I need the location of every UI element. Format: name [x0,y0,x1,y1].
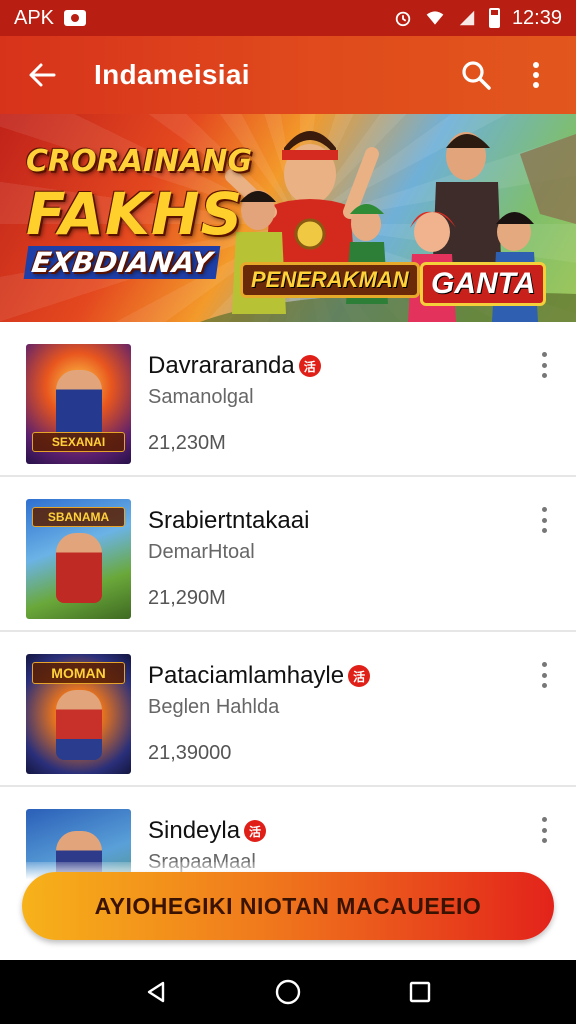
thumbnail-label: SEXANAI [32,432,125,452]
recents-square-icon [409,981,431,1003]
alarm-icon [395,11,411,27]
list-item-subtitle: Samanolgal [148,386,254,408]
page-title: Indameisiai [94,59,250,90]
app-thumbnail: MOMAN [26,654,131,774]
list-item[interactable]: MOMAN Pataciamlamhayle 活 Beglen Hahlda 2… [0,632,576,787]
app-thumbnail: SBANAMA [26,499,131,619]
thumbnail-figure [56,533,102,603]
app-thumbnail: SEXANAI [26,344,131,464]
thumbnail-label: MOMAN [32,662,125,684]
list-item-title-text: Sindeyla [148,817,241,844]
banner-title-line-3: EXBDIANAY [23,246,220,279]
system-nav-bar [0,960,576,1024]
promo-banner[interactable]: CRORAINANG FAKHS EXBDIANAY PENERAKMAN GA… [0,114,576,322]
app-bar: Indameisiai [0,36,576,114]
list-item-subtitle: DemarHtoal [148,541,255,563]
hot-badge-icon: 活 [348,665,371,687]
back-triangle-icon [147,981,165,1003]
battery-icon [488,8,500,28]
list-item-count: 21,39000 [148,742,232,764]
back-button[interactable] [14,47,70,103]
search-icon [462,61,491,90]
list-item-title: Davrararanda 活 [148,352,321,380]
banner-badge-left: PENERAKMAN [240,262,420,298]
hot-badge-icon: 活 [244,820,267,842]
banner-title-line-2: FAKHS [26,180,244,248]
nav-recents-button[interactable] [396,968,444,1016]
nav-home-button[interactable] [264,968,312,1016]
hot-badge-icon: 活 [298,355,321,377]
app-list: SEXANAI Davrararanda 活 Samanolgal 21,230… [0,322,576,942]
item-more-icon[interactable] [532,350,556,380]
item-more-icon[interactable] [532,505,556,535]
status-apk-label: APK [14,6,55,29]
list-item-count: 21,230M [148,432,226,454]
nav-back-button[interactable] [132,968,180,1016]
message-icon [64,10,87,26]
item-more-icon[interactable] [532,815,556,845]
thumbnail-figure [56,690,102,760]
list-item-title: Srabiertntakaai [148,507,309,535]
banner-badge-right: GANTA [420,262,547,306]
list-item-count: 21,290M [148,587,226,609]
list-item-title-text: Pataciamlamhayle [148,662,345,689]
signal-icon [459,10,475,26]
status-left: APK [14,6,87,30]
list-item[interactable]: SBANAMA Srabiertntakaai DemarHtoal 21,29… [0,477,576,632]
app-bar-actions [450,49,562,101]
wifi-icon [426,11,444,25]
thumbnail-label: SBANAMA [32,507,125,527]
item-more-icon[interactable] [532,660,556,690]
more-options-button[interactable] [510,49,562,101]
status-time: 12:39 [511,6,562,29]
home-circle-icon [275,979,301,1005]
back-arrow-icon [29,63,56,87]
list-item[interactable]: SEXANAI Davrararanda 活 Samanolgal 21,230… [0,322,576,477]
list-item-subtitle: Beglen Hahlda [148,696,280,718]
more-vert-icon [533,62,539,88]
banner-title-line-1: CRORAINANG [26,144,253,179]
thumbnail-figure [56,370,102,440]
list-item-title-text: Davrararanda [148,352,295,379]
status-right: 12:39 [393,7,562,30]
list-item-title: Pataciamlamhayle 活 [148,662,371,690]
cta-button[interactable]: AYIOHEGIKI NIOTAN MACAUEEIO [22,872,554,940]
cta-container: AYIOHEGIKI NIOTAN MACAUEEIO [0,862,576,960]
list-item-title: Sindeyla 活 [148,817,267,845]
list-item-title-text: Srabiertntakaai [148,507,310,534]
search-button[interactable] [450,49,502,101]
status-bar: APK 12:39 [0,0,576,36]
